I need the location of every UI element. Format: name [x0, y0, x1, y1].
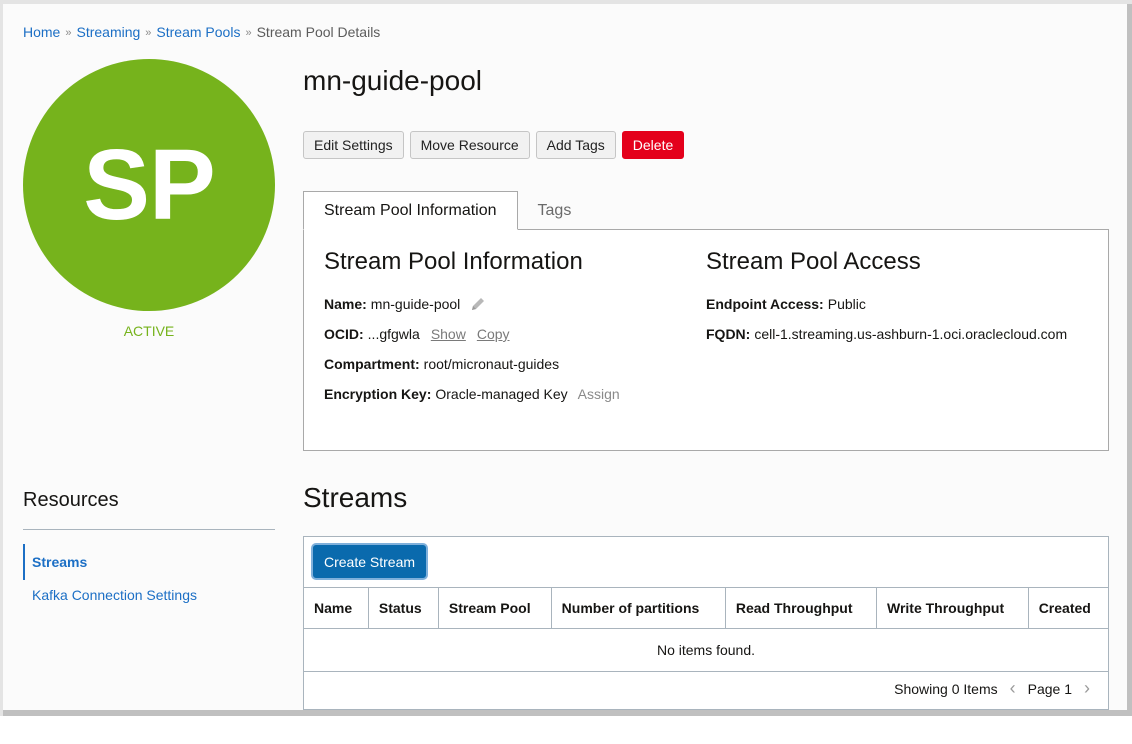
frame-shadow: [1127, 4, 1132, 716]
endpoint-access-row: Endpoint Access: Public: [706, 296, 1067, 326]
sidebar-item-kafka-connection-settings[interactable]: Kafka Connection Settings: [23, 587, 273, 603]
create-stream-button[interactable]: Create Stream: [313, 545, 427, 578]
fqdn-value: cell-1.streaming.us-ashburn-1.oci.oracle…: [754, 326, 1068, 342]
ocid-show-link[interactable]: Show: [431, 326, 466, 342]
stream-pool-access-section: Stream Pool Access Endpoint Access: Publ…: [706, 248, 1067, 356]
page-title: mn-guide-pool: [303, 65, 482, 96]
encryption-key-label: Encryption Key:: [324, 386, 432, 402]
compartment-value: root/micronaut-guides: [423, 356, 560, 372]
endpoint-access-label: Endpoint Access:: [706, 296, 824, 312]
assign-link[interactable]: Assign: [578, 386, 620, 402]
column-header-created[interactable]: Created: [1028, 587, 1108, 629]
name-value: mn-guide-pool: [370, 296, 461, 312]
endpoint-access-value: Public: [827, 296, 866, 312]
table-header-row: Name Status Stream Pool Number of partit…: [304, 587, 1108, 629]
resources-title: Resources: [23, 489, 119, 511]
section-heading: Stream Pool Information: [324, 248, 583, 275]
streams-panel: Create Stream Name Status Stream Pool Nu…: [303, 536, 1109, 710]
compartment-label: Compartment:: [324, 356, 420, 372]
tab-bar: Stream Pool Information Tags: [303, 191, 591, 230]
fqdn-row: FQDN: cell-1.streaming.us-ashburn-1.oci.…: [706, 326, 1067, 356]
section-heading: Stream Pool Access: [706, 248, 921, 275]
column-header-number-of-partitions[interactable]: Number of partitions: [551, 587, 726, 629]
frame-shadow: [3, 710, 1132, 716]
action-bar: Edit Settings Move Resource Add Tags Del…: [303, 131, 685, 159]
breadcrumb-current: Stream Pool Details: [256, 24, 381, 40]
column-header-write-throughput[interactable]: Write Throughput: [876, 587, 1029, 629]
ocid-label: OCID:: [324, 326, 364, 342]
breadcrumb-separator: »: [245, 27, 252, 39]
page-content: Home » Streaming » Stream Pools » Stream Pool …: [3, 4, 1127, 710]
add-tags-button[interactable]: Add Tags: [535, 131, 616, 159]
sidebar-item-streams[interactable]: Streams: [23, 544, 273, 580]
fqdn-label: FQDN:: [706, 326, 751, 342]
breadcrumb-separator: »: [65, 27, 72, 39]
column-header-stream-pool[interactable]: Stream Pool: [438, 587, 552, 629]
encryption-key-row: Encryption Key: Oracle-managed Key Assig…: [324, 386, 620, 416]
streams-title: Streams: [303, 482, 408, 513]
showing-count: Showing 0 Items: [894, 680, 998, 697]
delete-button[interactable]: Delete: [621, 131, 685, 159]
ocid-copy-link[interactable]: Copy: [477, 326, 510, 342]
ocid-value: ...gfgwla: [367, 326, 420, 342]
tab-stream-pool-information[interactable]: Stream Pool Information: [303, 191, 518, 230]
tab-tags[interactable]: Tags: [518, 191, 592, 230]
encryption-key-value: Oracle-managed Key: [435, 386, 568, 402]
resource-avatar: SP: [23, 59, 275, 311]
breadcrumb-streaming[interactable]: Streaming: [76, 24, 140, 40]
pencil-icon[interactable]: [470, 296, 486, 312]
empty-message: No items found.: [304, 628, 1108, 672]
info-panel: Stream Pool Information Name: mn-guide-p…: [303, 229, 1109, 451]
edit-settings-button[interactable]: Edit Settings: [303, 131, 404, 159]
column-header-status[interactable]: Status: [368, 587, 439, 629]
ocid-row: OCID: ...gfgwla Show Copy: [324, 326, 620, 356]
status-badge: ACTIVE: [123, 323, 175, 339]
breadcrumb-home[interactable]: Home: [23, 24, 60, 40]
name-label: Name:: [324, 296, 367, 312]
streams-table: Name Status Stream Pool Number of partit…: [304, 587, 1108, 672]
move-resource-button[interactable]: Move Resource: [409, 131, 530, 159]
chevron-right-icon[interactable]: ›: [1080, 678, 1094, 699]
divider: [23, 529, 275, 530]
compartment-row: Compartment: root/micronaut-guides: [324, 356, 620, 386]
table-row: No items found.: [304, 628, 1108, 672]
breadcrumb-separator: »: [145, 27, 152, 39]
chevron-left-icon[interactable]: ‹: [1006, 678, 1020, 699]
name-row: Name: mn-guide-pool: [324, 296, 620, 326]
column-header-name[interactable]: Name: [304, 587, 369, 629]
avatar-initials: SP: [83, 128, 215, 241]
pagination: Showing 0 Items ‹ Page 1 ›: [894, 678, 1094, 699]
page-number: Page 1: [1027, 680, 1072, 697]
stream-pool-information-section: Stream Pool Information Name: mn-guide-p…: [324, 248, 620, 416]
breadcrumb-stream-pools[interactable]: Stream Pools: [156, 24, 240, 40]
column-header-read-throughput[interactable]: Read Throughput: [725, 587, 877, 629]
breadcrumb: Home » Streaming » Stream Pools » Stream Pool …: [23, 24, 380, 40]
